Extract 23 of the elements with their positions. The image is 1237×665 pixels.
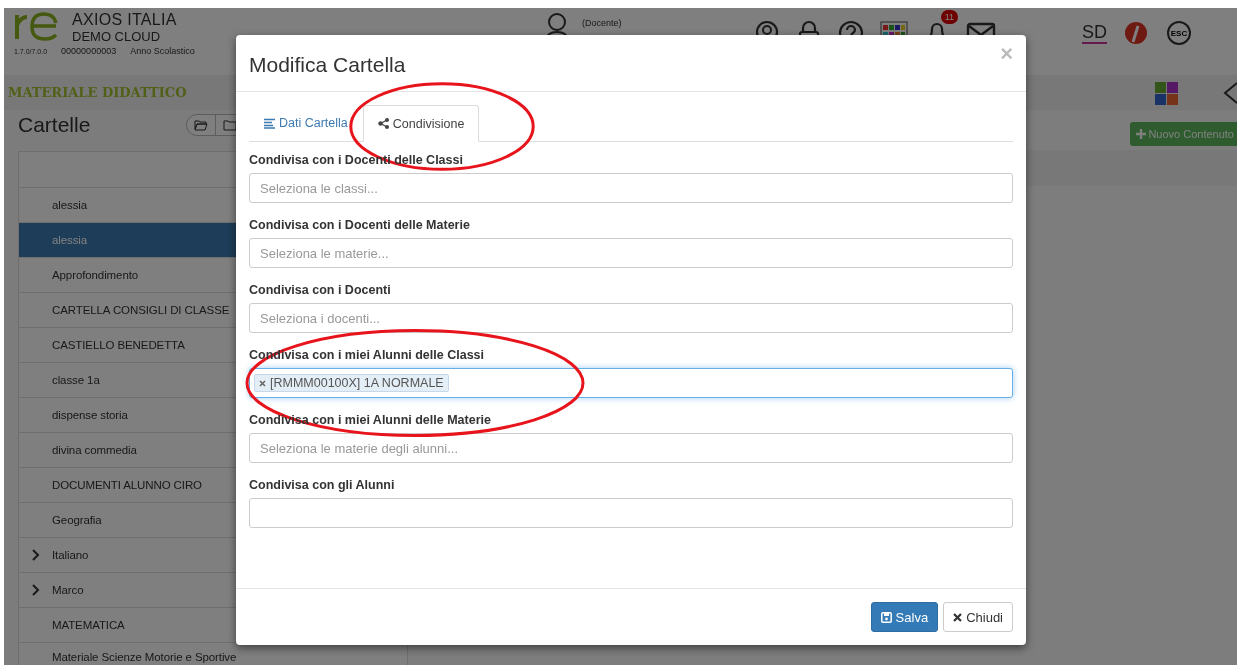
save-button[interactable]: Salva: [870, 602, 939, 632]
close-button[interactable]: Chiudi: [943, 602, 1013, 632]
sd-logo[interactable]: SD: [1082, 22, 1107, 44]
select-field[interactable]: Seleziona le materie...: [249, 238, 1013, 268]
section-title: MATERIALE DIDATTICO: [8, 85, 187, 100]
select-field[interactable]: Seleziona i docenti...: [249, 303, 1013, 333]
field-label: Condivisa con gli Alunni: [249, 478, 395, 492]
tab[interactable]: Condivisione: [362, 105, 480, 142]
school-subtitle: DEMO CLOUD: [72, 29, 162, 44]
user-role: (Docente): [582, 17, 622, 30]
field-label: Condivisa con i Docenti delle Classi: [249, 153, 463, 167]
tab[interactable]: Dati Cartella: [249, 105, 363, 141]
school-code: 00000000003: [61, 46, 117, 56]
notification-badge: 11: [940, 10, 958, 24]
select-field[interactable]: [RMMM00100X] 1A NORMALE: [249, 368, 1013, 398]
modal-title: Modifica Cartella: [249, 51, 406, 77]
select-field[interactable]: Seleziona le classi...: [249, 173, 1013, 203]
select-field[interactable]: Seleziona le materie degli alunni...: [249, 433, 1013, 463]
school-name: AXIOS ITALIA: [72, 11, 177, 29]
esc-button[interactable]: ESC: [1167, 21, 1191, 45]
selected-tag: [RMMM00100X] 1A NORMALE: [254, 374, 449, 392]
panel-title: Cartelle: [18, 113, 91, 137]
school-year-label: Anno Scolastico: [130, 46, 195, 56]
